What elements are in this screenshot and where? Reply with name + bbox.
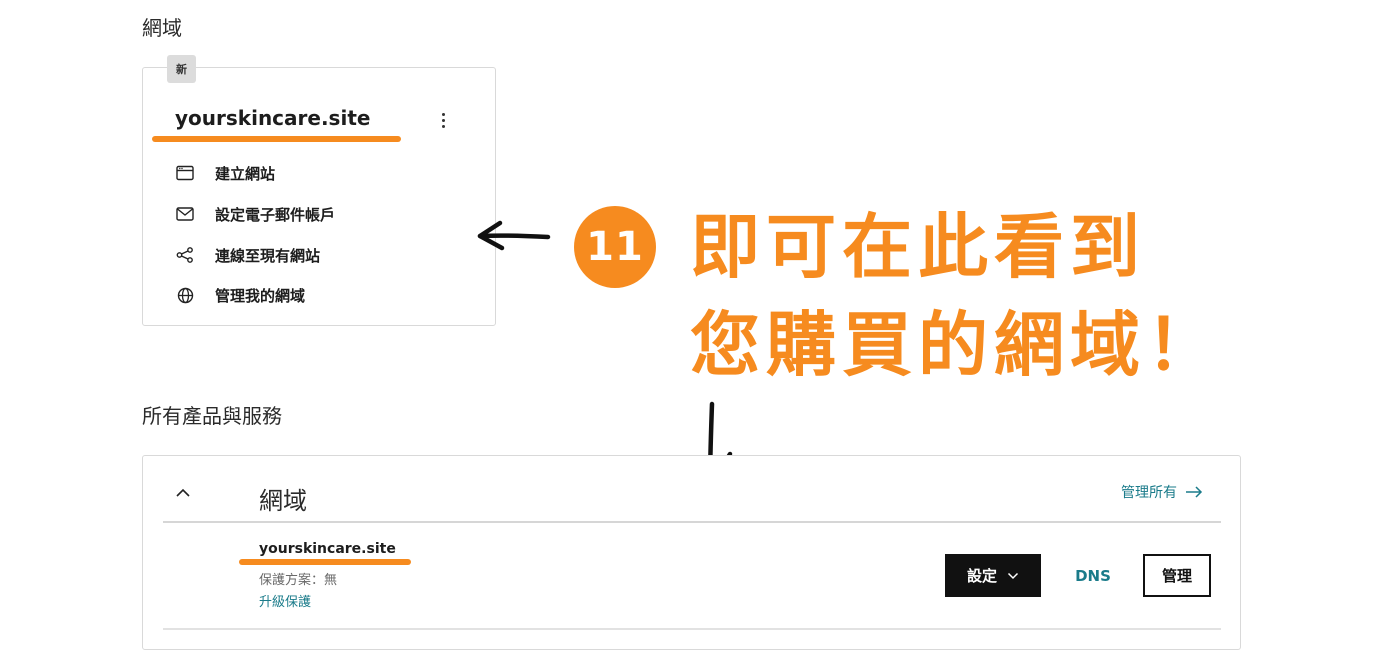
domains-section-title: 網域 — [142, 16, 182, 40]
manage-button[interactable]: 管理 — [1143, 554, 1211, 597]
action-label: 連線至現有網站 — [215, 246, 321, 265]
action-create-website[interactable]: 建立網站 — [175, 161, 275, 185]
arrow-right-icon — [1186, 486, 1203, 498]
manage-all-label: 管理所有 — [1121, 485, 1177, 501]
upgrade-protection-link[interactable]: 升級保護 — [259, 591, 311, 610]
action-connect-site[interactable]: 連線至現有網站 — [175, 243, 320, 267]
action-label: 管理我的網域 — [215, 286, 306, 305]
action-label: 建立網站 — [215, 164, 276, 183]
panel-title: 網域 — [259, 487, 307, 515]
dns-button[interactable]: DNS — [1066, 554, 1120, 597]
action-label: 設定電子郵件帳戶 — [215, 205, 336, 224]
annotation-line-2: 您購買的網域！ — [690, 304, 1222, 386]
action-setup-email[interactable]: 設定電子郵件帳戶 — [175, 202, 335, 226]
manage-all-link[interactable]: 管理所有 — [1121, 482, 1203, 502]
step-number-badge: 11 — [574, 206, 656, 288]
left-arrow-annotation — [477, 220, 551, 251]
products-section-title: 所有產品與服務 — [142, 404, 282, 428]
domain-highlight-underline — [152, 136, 401, 142]
protection-plan-text: 保護方案：無 — [259, 573, 338, 588]
new-badge: 新 — [167, 55, 196, 83]
chevron-down-icon — [1007, 572, 1019, 579]
share-nodes-icon — [175, 245, 195, 265]
annotation-line-1: 即可在此看到 — [690, 206, 1146, 288]
mail-icon — [175, 204, 195, 224]
settings-label: 設定 — [966, 567, 997, 585]
chevron-up-icon[interactable] — [172, 482, 194, 504]
browser-window-icon — [175, 163, 195, 183]
kebab-menu-icon[interactable] — [432, 108, 454, 132]
panel-bottom-divider — [163, 628, 1221, 630]
row-domain-name[interactable]: yourskincare.site — [259, 541, 396, 557]
card-domain-name[interactable]: yourskincare.site — [175, 106, 370, 130]
action-manage-domain[interactable]: 管理我的網域 — [175, 283, 305, 307]
settings-dropdown-button[interactable]: 設定 — [945, 554, 1041, 597]
panel-header-divider — [163, 521, 1221, 523]
row-domain-highlight-underline — [239, 559, 411, 565]
globe-icon — [175, 285, 195, 305]
